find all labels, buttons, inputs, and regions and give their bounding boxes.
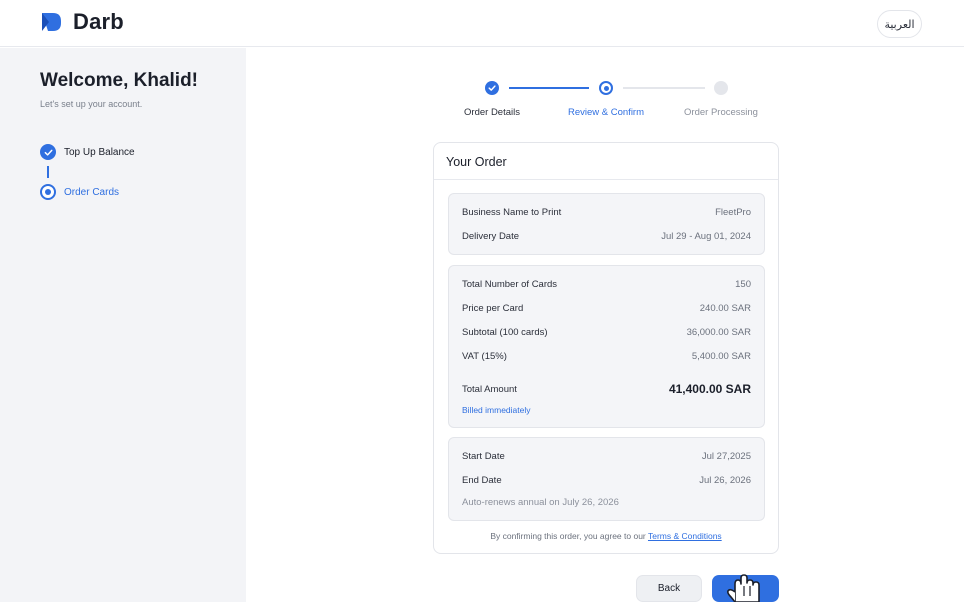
price-per-card-value: 240.00 SAR: [699, 303, 751, 314]
delivery-date-value: Jul 29 - Aug 01, 2024: [661, 231, 751, 242]
total-cards-value: 150: [735, 279, 751, 290]
price-per-card-row: Price per Card 240.00 SAR: [462, 303, 751, 314]
sidebar-step-connector: [47, 166, 49, 178]
terms-prefix: By confirming this order, you agree to o…: [490, 531, 646, 541]
end-date-row: End Date Jul 26, 2026: [462, 475, 751, 486]
subtotal-label: Subtotal (100 cards): [462, 327, 548, 338]
business-name-value: FleetPro: [715, 207, 751, 218]
terms-notice: By confirming this order, you agree to o…: [434, 531, 778, 541]
billed-immediately-note: Billed immediately: [462, 405, 531, 415]
start-date-label: Start Date: [462, 451, 505, 462]
total-cards-label: Total Number of Cards: [462, 279, 558, 290]
subscription-panel: Start Date Jul 27,2025 End Date Jul 26, …: [448, 437, 765, 521]
terms-conditions-link[interactable]: Terms & Conditions: [648, 531, 722, 541]
total-amount-label: Total Amount: [462, 383, 517, 395]
delivery-date-row: Delivery Date Jul 29 - Aug 01, 2024: [462, 231, 751, 242]
business-details-panel: Business Name to Print FleetPro Delivery…: [448, 193, 765, 255]
welcome-subtitle: Let's set up your account.: [40, 99, 143, 109]
sidebar-step-label: Order Cards: [64, 186, 120, 198]
order-divider: [434, 179, 778, 180]
vat-value: 5,400.00 SAR: [691, 351, 751, 362]
stepper-track-complete: [509, 87, 589, 89]
stepper-label-order-details: Order Details: [464, 107, 520, 118]
stepper-label-order-processing: Order Processing: [684, 107, 758, 118]
brand-logo[interactable]: Darb: [40, 9, 124, 35]
sidebar-step-order-cards[interactable]: Order Cards: [40, 184, 119, 200]
subtotal-row: Subtotal (100 cards) 36,000.00 SAR: [462, 327, 751, 338]
current-step-icon: [40, 184, 56, 200]
price-per-card-label: Price per Card: [462, 303, 524, 314]
step-pending-icon: [714, 81, 728, 95]
step-current-icon: [599, 81, 613, 95]
business-name-label: Business Name to Print: [462, 207, 562, 218]
progress-stepper: Order Details Review & Confirm Order Pro…: [430, 76, 780, 126]
auto-renew-note: Auto-renews annual on July 26, 2026: [462, 497, 619, 508]
subtotal-value: 36,000.00 SAR: [686, 327, 751, 338]
pricing-panel: Total Number of Cards 150 Price per Card…: [448, 265, 765, 428]
darb-logo-icon: [42, 13, 61, 31]
delivery-date-label: Delivery Date: [462, 231, 520, 242]
hand-pointer-icon: [727, 574, 760, 602]
total-cards-row: Total Number of Cards 150: [462, 279, 751, 290]
order-summary-card: Your Order Business Name to Print FleetP…: [433, 142, 779, 554]
start-date-row: Start Date Jul 27,2025: [462, 451, 751, 462]
sidebar-step-top-up-balance[interactable]: Top Up Balance: [40, 144, 135, 160]
back-button[interactable]: Back: [636, 575, 702, 602]
order-title: Your Order: [446, 155, 507, 169]
total-amount-value: 41,400.00 SAR: [668, 382, 751, 396]
brand-name: Darb: [73, 9, 124, 34]
vat-row: VAT (15%) 5,400.00 SAR: [462, 351, 751, 362]
vat-label: VAT (15%): [462, 351, 507, 362]
end-date-value: Jul 26, 2026: [699, 475, 751, 486]
check-icon: [40, 144, 56, 160]
welcome-title: Welcome, Khalid!: [40, 70, 199, 91]
total-amount-row: Total Amount 41,400.00 SAR: [462, 382, 751, 396]
end-date-label: End Date: [462, 475, 502, 486]
stepper-label-review-confirm: Review & Confirm: [567, 107, 645, 118]
stepper-track-pending: [623, 87, 705, 89]
start-date-value: Jul 27,2025: [701, 451, 751, 462]
top-header: Darb العربية: [0, 0, 964, 47]
onboarding-sidebar: Welcome, Khalid! Let's set up your accou…: [0, 48, 246, 602]
language-toggle-button[interactable]: العربية: [877, 10, 922, 38]
sidebar-step-label: Top Up Balance: [64, 146, 135, 158]
business-name-row: Business Name to Print FleetPro: [462, 207, 751, 218]
step-complete-icon: [485, 81, 499, 95]
